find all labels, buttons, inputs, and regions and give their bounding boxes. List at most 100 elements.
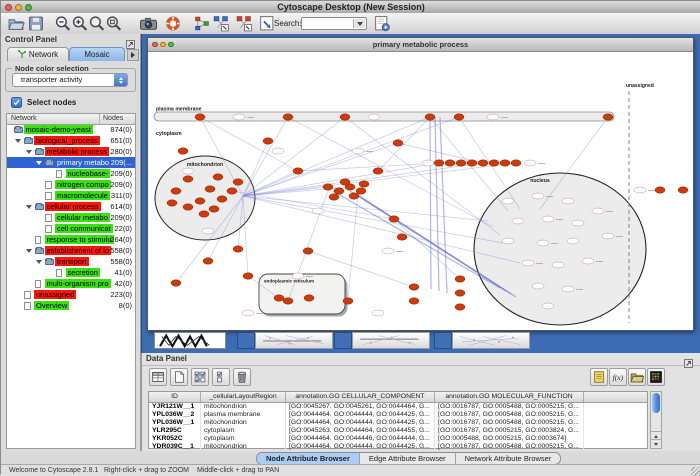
tree-row[interactable]: unassigned223(0) <box>7 289 135 300</box>
network-node-selected[interactable] <box>183 204 193 210</box>
network-node[interactable] <box>542 216 554 222</box>
network-node-selected[interactable] <box>304 295 314 301</box>
network-node-selected[interactable] <box>217 196 227 202</box>
network-node[interactable] <box>312 208 324 214</box>
select-attributes-icon[interactable] <box>191 368 209 386</box>
network-node-selected[interactable] <box>359 181 369 187</box>
tab-network[interactable]: Network <box>7 47 69 61</box>
network-node[interactable] <box>592 208 604 214</box>
network-node-selected[interactable] <box>340 114 350 120</box>
select-nodes-checkbox[interactable] <box>11 97 22 108</box>
table-column-header[interactable]: annotation.GO MOLECULAR_FUNCTION <box>435 392 584 402</box>
network-node[interactable] <box>292 273 304 279</box>
tab-mosaic[interactable]: Mosaic <box>69 47 125 61</box>
network-node[interactable] <box>634 187 646 193</box>
network-node-selected[interactable] <box>409 298 419 304</box>
network-node-selected[interactable] <box>478 160 488 166</box>
network-node-selected[interactable] <box>199 211 209 217</box>
network-node-selected[interactable] <box>283 298 293 304</box>
table-column-header[interactable]: ID <box>149 392 201 402</box>
network-node[interactable] <box>524 160 536 166</box>
network-node-selected[interactable] <box>293 168 303 174</box>
network-node-selected[interactable] <box>434 160 444 166</box>
zoom-selected-icon[interactable] <box>105 15 123 32</box>
table-column-header[interactable]: annotation.GO CELLULAR_COMPONENT <box>286 392 435 402</box>
network-node-selected[interactable] <box>455 304 465 310</box>
network-node-selected[interactable] <box>195 198 205 204</box>
network-node-selected[interactable] <box>213 174 223 180</box>
tree-row[interactable]: establishment of lo558(0) <box>7 245 135 256</box>
network-node-selected[interactable] <box>454 114 464 120</box>
network-node[interactable] <box>567 238 579 244</box>
expand-arrow-icon[interactable] <box>26 205 32 209</box>
network-node-selected[interactable] <box>340 179 350 185</box>
network-node-selected[interactable] <box>171 188 181 194</box>
tree-row[interactable]: Overview8(0) <box>7 300 135 311</box>
network-node-selected[interactable] <box>233 246 243 252</box>
tree-row[interactable]: macromolecule311(0) <box>7 190 135 201</box>
tree-row[interactable]: primary metabo209(... <box>7 157 135 168</box>
snapshot-camera-icon[interactable] <box>138 15 159 32</box>
attribute-table-icon[interactable] <box>149 368 167 386</box>
network-view-titlebar[interactable]: primary metabolic process <box>148 38 693 52</box>
network-node-selected[interactable] <box>178 148 188 154</box>
minimized-window-thumbnail[interactable] <box>154 332 226 349</box>
network-node[interactable] <box>422 160 434 166</box>
tree-row[interactable]: multi-organism pro42(0) <box>7 278 135 289</box>
tree-row[interactable]: cell communicat22(0) <box>7 223 135 234</box>
network-node-selected[interactable] <box>303 248 313 254</box>
network-node-selected[interactable] <box>678 187 688 193</box>
network-node-selected[interactable] <box>393 140 403 146</box>
search-dropdown-icon[interactable] <box>353 19 365 28</box>
network-node[interactable] <box>382 248 394 254</box>
zoom-in-icon[interactable] <box>71 15 89 32</box>
open-file-icon[interactable] <box>7 15 25 32</box>
network-node-selected[interactable] <box>323 184 333 190</box>
tree-row[interactable]: cellular metabo209(0) <box>7 212 135 223</box>
function-builder-icon[interactable]: f(x) <box>609 368 627 386</box>
float-panel-icon[interactable] <box>684 355 693 364</box>
tree-row[interactable]: metabolic process280(0) <box>7 146 135 157</box>
network-node-selected[interactable] <box>203 258 213 264</box>
table-row[interactable]: YPL036W__1mitochondrion[GO:0044464, GO:0… <box>149 419 647 427</box>
network-node-selected[interactable] <box>233 179 243 185</box>
zoom-out-icon[interactable] <box>54 15 72 32</box>
network-node-selected[interactable] <box>655 187 665 193</box>
search-input[interactable] <box>301 17 367 30</box>
network-node[interactable] <box>602 233 614 239</box>
select-nodes-network-icon[interactable] <box>211 15 231 32</box>
network-node-selected[interactable] <box>445 160 455 166</box>
network-node-selected[interactable] <box>455 276 465 282</box>
table-scrollbar[interactable] <box>650 391 662 449</box>
tree-row[interactable]: response to stimulu264(0) <box>7 234 135 245</box>
network-node[interactable] <box>182 168 194 174</box>
network-node-selected[interactable] <box>227 188 237 194</box>
expand-arrow-icon[interactable] <box>26 150 32 154</box>
network-node-selected[interactable] <box>389 216 399 222</box>
network-node-selected[interactable] <box>183 176 193 182</box>
help-lifesaver-icon[interactable] <box>164 15 182 32</box>
scrollbar-thumb[interactable] <box>652 393 660 413</box>
unselect-attributes-icon[interactable] <box>212 368 230 386</box>
save-icon[interactable] <box>27 15 45 32</box>
network-node-selected[interactable] <box>500 160 510 166</box>
attribute-table-header[interactable]: ID_cellularLayoutRegionannotation.GO CEL… <box>149 392 647 403</box>
network-node-selected[interactable] <box>356 188 366 194</box>
attribute-matrix-icon[interactable] <box>647 368 665 386</box>
scroll-down-icon[interactable] <box>651 439 661 448</box>
network-node-selected[interactable] <box>205 186 215 192</box>
network-node[interactable] <box>572 220 584 226</box>
network-node-selected[interactable] <box>511 160 521 166</box>
network-node[interactable] <box>202 228 214 234</box>
tree-row[interactable]: transport558(0) <box>7 256 135 267</box>
expand-arrow-icon[interactable] <box>36 260 42 264</box>
tree-row[interactable]: secretion41(0) <box>7 267 135 278</box>
tree-row[interactable]: cellular process614(0) <box>7 201 135 212</box>
network-node-selected[interactable] <box>455 290 465 296</box>
network-node-selected[interactable] <box>171 280 181 286</box>
network-node[interactable] <box>552 262 564 268</box>
network-node[interactable] <box>233 114 245 120</box>
plasma-membrane-region[interactable]: plasma membrane <box>154 107 614 122</box>
import-attributes-icon[interactable] <box>628 368 646 386</box>
network-node[interactable] <box>532 283 544 289</box>
